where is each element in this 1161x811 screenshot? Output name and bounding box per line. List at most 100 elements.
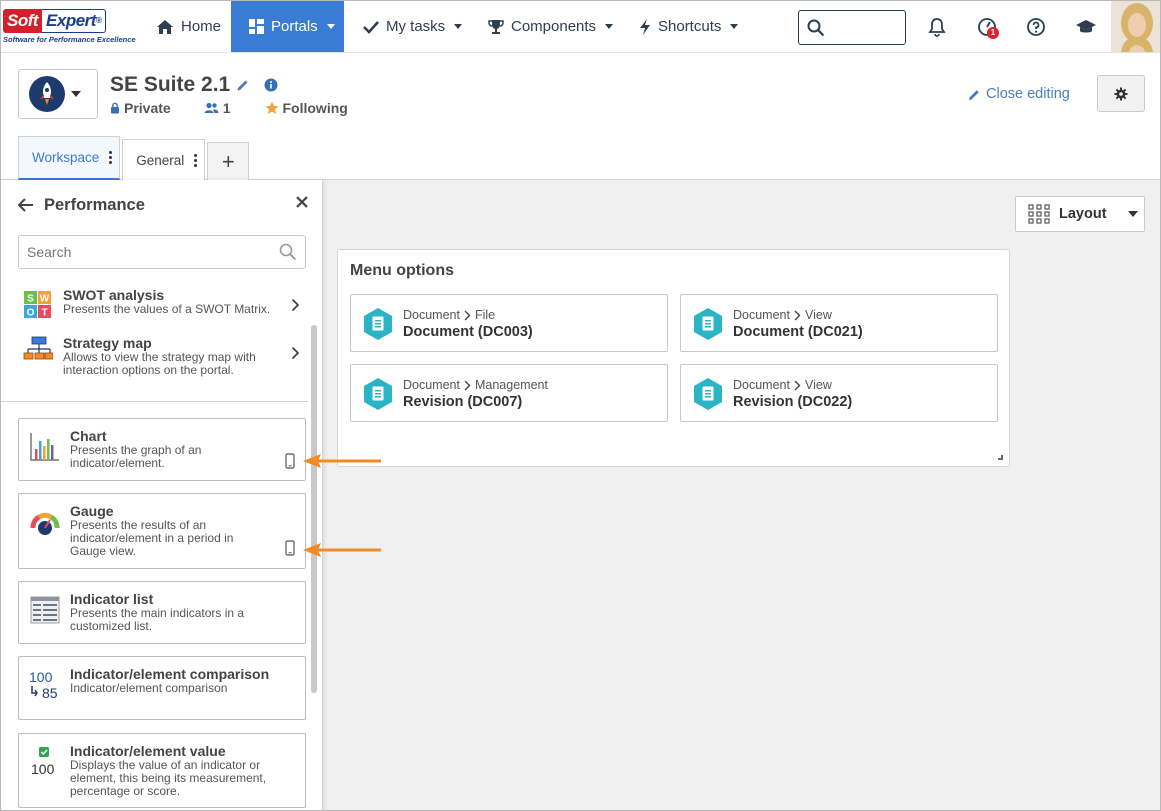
value-icon: 100 bbox=[31, 747, 55, 777]
component-card-gauge[interactable]: Gauge Presents the results of an indicat… bbox=[18, 493, 306, 569]
indicator-list-icon bbox=[30, 596, 60, 624]
annotation-arrow bbox=[303, 543, 381, 557]
layout-button-label: Layout bbox=[1059, 206, 1107, 222]
nav-home[interactable]: Home bbox=[156, 1, 221, 52]
swot-letter-t: T bbox=[41, 308, 47, 319]
chart-icon bbox=[30, 433, 59, 461]
back-arrow-icon[interactable] bbox=[18, 198, 34, 212]
crumb-child: View bbox=[804, 378, 832, 392]
following-status[interactable]: Following bbox=[265, 100, 348, 116]
crumb-child: View bbox=[804, 308, 832, 322]
help-icon[interactable] bbox=[1024, 15, 1048, 39]
menu-option-name: Revision (DC007) bbox=[403, 394, 523, 410]
search-icon bbox=[807, 19, 825, 37]
top-navbar: Soft Expert® Software for Performance Ex… bbox=[1, 1, 1160, 53]
portal-tabs: Workspace General + bbox=[18, 136, 250, 180]
card-title: Chart bbox=[70, 428, 107, 444]
chevron-right-icon bbox=[794, 380, 801, 390]
list-item-strategy-map[interactable]: Strategy map Allows to view the strategy… bbox=[18, 336, 306, 378]
app-window: Soft Expert® Software for Performance Ex… bbox=[0, 0, 1161, 811]
panel-scrollbar[interactable] bbox=[311, 325, 317, 693]
kebab-menu-icon[interactable] bbox=[194, 153, 198, 167]
notification-count-badge: 1 bbox=[987, 27, 999, 39]
annotation-arrow bbox=[303, 454, 381, 468]
softexpert-logo[interactable]: Soft Expert® Software for Performance Ex… bbox=[3, 9, 136, 47]
pencil-icon bbox=[969, 89, 979, 100]
star-icon bbox=[265, 101, 278, 114]
panel-search-field[interactable] bbox=[18, 235, 306, 269]
user-avatar[interactable] bbox=[1111, 1, 1160, 52]
gauge-icon bbox=[30, 512, 60, 535]
nav-components[interactable]: Components bbox=[488, 1, 614, 52]
portal-title: SE Suite 2.1 bbox=[110, 73, 278, 97]
panel-title: Performance bbox=[44, 195, 145, 214]
card-title: Indicator list bbox=[70, 591, 154, 607]
settings-button[interactable] bbox=[1097, 75, 1145, 112]
layout-button[interactable]: Layout bbox=[1015, 196, 1145, 232]
resize-handle[interactable] bbox=[998, 455, 1003, 460]
menu-options-widget: Menu options Document File Document (DC00… bbox=[337, 249, 1010, 467]
comparison-icon-top: 100 bbox=[29, 669, 53, 685]
close-icon[interactable] bbox=[296, 196, 308, 208]
component-card-indicator-value[interactable]: 100 Indicator/element value Displays the… bbox=[18, 733, 306, 808]
nav-home-label: Home bbox=[181, 18, 222, 35]
component-card-indicator-list[interactable]: Indicator list Presents the main indicat… bbox=[18, 581, 306, 644]
chevron-down-icon bbox=[1127, 211, 1138, 217]
nav-portals[interactable]: Portals bbox=[231, 1, 344, 52]
rocket-icon bbox=[29, 76, 65, 112]
chevron-down-icon bbox=[454, 24, 463, 29]
nav-my-tasks[interactable]: My tasks bbox=[363, 1, 463, 52]
logo-tagline: Software for Performance Excellence bbox=[3, 35, 136, 44]
mobile-icon bbox=[285, 453, 295, 469]
portal-title-text: SE Suite 2.1 bbox=[110, 73, 231, 96]
crumb-parent: Document bbox=[733, 378, 790, 392]
trophy-icon bbox=[488, 19, 504, 34]
panel-header: Performance bbox=[18, 194, 308, 216]
document-hexagon-icon bbox=[694, 378, 722, 410]
menu-option-name: Revision (DC022) bbox=[733, 394, 853, 410]
grid-icon bbox=[1028, 204, 1050, 224]
members-count-label: 1 bbox=[222, 100, 231, 116]
component-card-indicator-comparison[interactable]: 100 85 Indicator/element comparison Indi… bbox=[18, 656, 306, 720]
tab-general[interactable]: General bbox=[122, 139, 206, 180]
kebab-menu-icon[interactable] bbox=[109, 151, 113, 164]
panel-search-input[interactable] bbox=[19, 236, 259, 268]
nav-shortcuts[interactable]: Shortcuts bbox=[639, 1, 739, 52]
tasks-gauge-icon[interactable]: 1 bbox=[975, 15, 999, 39]
menu-option-card[interactable]: Document View Document (DC021) bbox=[680, 294, 998, 352]
crumb-parent: Document bbox=[733, 308, 790, 322]
tab-workspace-label: Workspace bbox=[32, 150, 100, 165]
info-icon[interactable] bbox=[264, 78, 278, 92]
menu-option-card[interactable]: Document Management Revision (DC007) bbox=[350, 364, 668, 422]
card-desc: Presents the results of an indicator/ele… bbox=[70, 518, 234, 558]
menu-option-card[interactable]: Document File Document (DC003) bbox=[350, 294, 668, 352]
swot-letter-w: W bbox=[40, 294, 50, 305]
close-editing-link[interactable]: Close editing bbox=[968, 86, 1070, 102]
menu-option-card[interactable]: Document View Revision (DC022) bbox=[680, 364, 998, 422]
logo-expert-text: Expert® bbox=[42, 9, 107, 33]
component-card-chart[interactable]: Chart Presents the graph of an indicator… bbox=[18, 418, 306, 481]
menu-option-breadcrumb: Document Management bbox=[403, 378, 548, 392]
home-icon bbox=[157, 19, 173, 34]
gear-icon bbox=[1114, 87, 1128, 100]
pencil-icon[interactable] bbox=[236, 78, 250, 92]
members-count[interactable]: 1 bbox=[204, 100, 231, 116]
card-desc: Presents the main indicators in a custom… bbox=[70, 606, 245, 633]
add-tab-button[interactable]: + bbox=[207, 142, 250, 180]
tab-workspace[interactable]: Workspace bbox=[18, 136, 121, 180]
check-icon bbox=[363, 20, 379, 34]
portal-icon-selector[interactable] bbox=[18, 69, 98, 119]
notifications-bell-icon[interactable] bbox=[925, 15, 949, 39]
list-item-swot-analysis[interactable]: S W O T SWOT analysis Presents the value… bbox=[18, 288, 306, 328]
global-search-input[interactable] bbox=[798, 10, 906, 45]
widget-title: Menu options bbox=[350, 262, 454, 279]
card-title: Gauge bbox=[70, 503, 114, 519]
graduation-cap-icon[interactable] bbox=[1074, 15, 1098, 39]
document-hexagon-icon bbox=[694, 308, 722, 340]
list-item-title: SWOT analysis bbox=[63, 287, 165, 303]
logo-registered-mark: ® bbox=[95, 16, 102, 25]
document-hexagon-icon bbox=[364, 308, 392, 340]
crumb-parent: Document bbox=[403, 308, 460, 322]
value-icon-number: 100 bbox=[31, 761, 55, 777]
card-title: Indicator/element value bbox=[70, 743, 226, 759]
